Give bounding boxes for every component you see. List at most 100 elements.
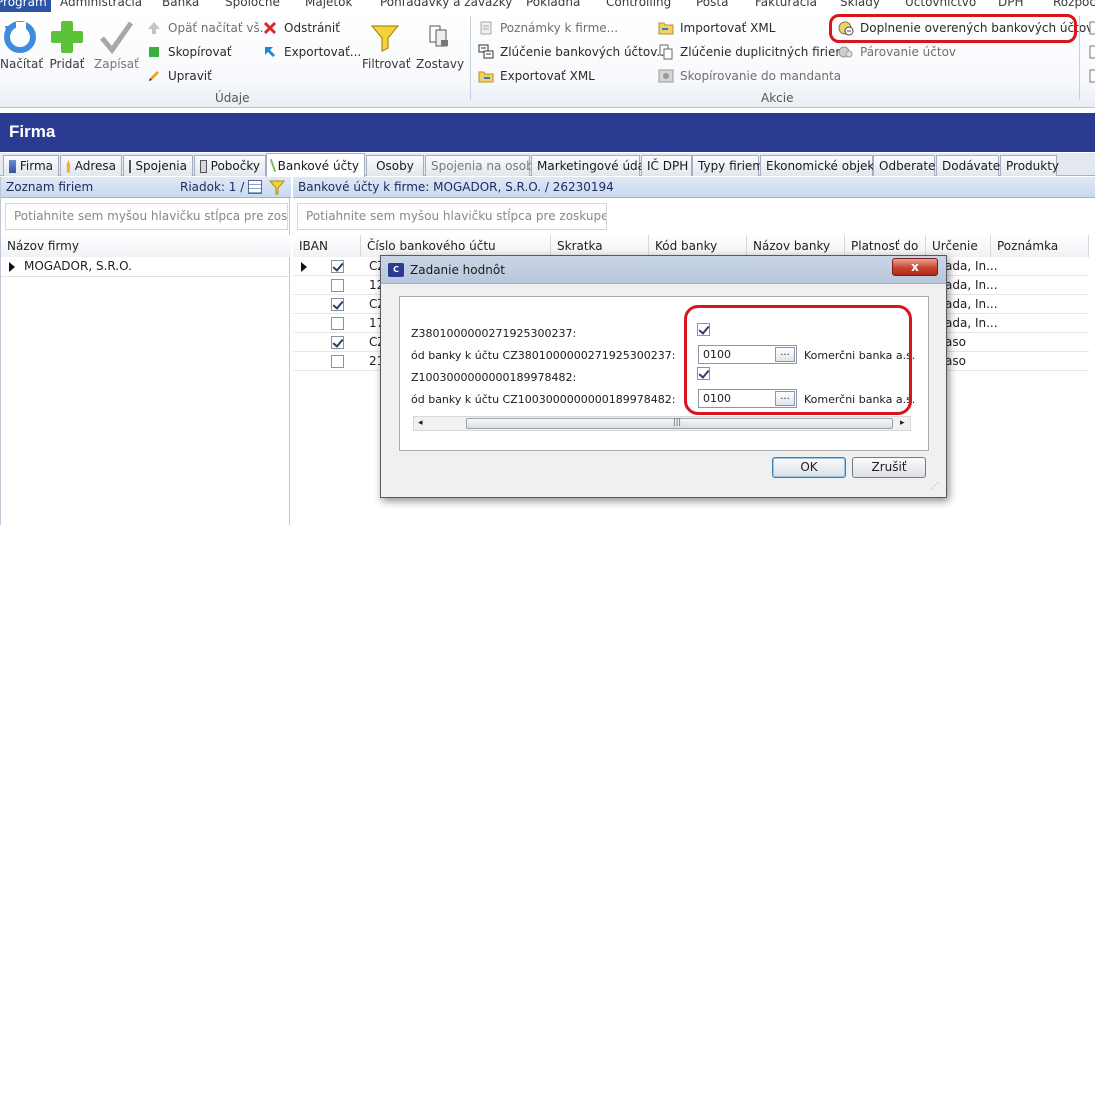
menu-sklady[interactable]: Sklady (840, 0, 880, 9)
house-icon (66, 159, 71, 173)
skopirovat-button[interactable]: Skopírovať (146, 42, 232, 62)
nacitat-button[interactable]: Načítať (0, 20, 43, 71)
tab-spojenia-na-osoby[interactable]: Spojenia na osoby (425, 155, 541, 176)
menu-pokladna[interactable]: Pokladňa (526, 0, 580, 9)
tab-bankove-ucty[interactable]: Bankové účty (266, 153, 365, 177)
scroll-left-icon[interactable]: ◂ (418, 418, 423, 428)
account-label: Z1003000000000189978482: (411, 371, 577, 384)
tab-odberatel[interactable]: Odberateľ (873, 155, 940, 176)
column-header-urcenie[interactable]: Určenie (926, 235, 991, 257)
tab-spojenia[interactable]: Spojenia (123, 155, 193, 176)
exportovat-xml-button[interactable]: Exportovať XML (478, 66, 595, 86)
menu-bar: Program Administrácia Banka Spoločné Maj… (0, 0, 1095, 12)
zlucenie-duplicitnych-button[interactable]: Zlúčenie duplicitných firiem (658, 42, 847, 62)
grid-layout-icon[interactable] (248, 180, 262, 194)
cancel-button[interactable]: Zrušiť (852, 457, 926, 478)
left-panel: Zoznam firiem Riadok: 1 / 1 Potiahnite s… (0, 177, 291, 525)
tab-typy-firiem[interactable]: Typy firiem (692, 155, 764, 176)
column-header-nazov-firmy[interactable]: Názov firmy (1, 235, 291, 257)
scroll-right-icon[interactable]: ▸ (900, 418, 905, 428)
iban-checkbox[interactable] (331, 317, 344, 330)
copy-mandant-icon (658, 68, 674, 84)
column-header-poznamka[interactable]: Poznámka (991, 235, 1089, 257)
pridat-button[interactable]: Pridať (48, 20, 86, 71)
company-name-cell: MOGADOR, S.R.O. (24, 259, 132, 273)
menu-rozpocet[interactable]: Rozpoč (1053, 0, 1095, 9)
poznamky-button[interactable]: Poznámky k firme... (478, 18, 618, 38)
tab-osoby[interactable]: Osoby (366, 155, 424, 176)
scrollbar-thumb[interactable]: ||| (466, 417, 893, 429)
importovat-xml-button[interactable]: Importovať XML (658, 18, 775, 38)
tab-adresa[interactable]: Adresa (60, 155, 122, 176)
iban-checkbox[interactable] (331, 260, 344, 273)
firma-icon (9, 159, 16, 173)
doc-icon (1086, 20, 1095, 36)
dialog-titlebar[interactable]: C Zadanie hodnôt x (381, 256, 946, 284)
tab-firma[interactable]: Firma (3, 155, 59, 176)
folder-export-icon (478, 68, 494, 84)
ok-button[interactable]: OK (772, 457, 846, 478)
group-by-bar[interactable]: Potiahnite sem myšou hlavičku stĺpca pre… (5, 203, 288, 230)
group-by-bar[interactable]: Potiahnite sem myšou hlavičku stĺpca pre… (297, 203, 607, 230)
menu-posta[interactable]: Pošta (696, 0, 728, 9)
delete-x-icon (262, 20, 278, 36)
up-arrow-icon (146, 20, 162, 36)
filtrovat-button[interactable]: Filtrovať (362, 20, 411, 71)
menu-spolocne[interactable]: Spoločné (225, 0, 280, 9)
zlucenie-uctov-button[interactable]: Zlúčenie bankových účtov... (478, 42, 668, 62)
dialog-title: Zadanie hodnôt (410, 263, 505, 277)
urcenie-cell: ada, In... (945, 259, 998, 273)
tab-ic-dph[interactable]: IČ DPH (641, 155, 692, 176)
upravit-button[interactable]: Upraviť (146, 66, 212, 86)
group-separator (470, 16, 471, 100)
menu-banka[interactable]: Banka (162, 0, 199, 9)
menu-dph[interactable]: DPH (998, 0, 1024, 9)
close-button[interactable]: x (892, 258, 938, 276)
table-row[interactable]: MOGADOR, S.R.O. (1, 257, 291, 277)
menu-controlling[interactable]: Controlling (606, 0, 671, 9)
iban-checkbox[interactable] (331, 298, 344, 311)
more-button[interactable] (1086, 42, 1095, 62)
iban-checkbox[interactable] (331, 355, 344, 368)
menu-uctovnictvo[interactable]: Účtovníctvo (905, 0, 976, 9)
menu-majetok[interactable]: Majetok (305, 0, 352, 9)
iban-checkbox[interactable] (331, 336, 344, 349)
odstranit-button[interactable]: Odstrániť (262, 18, 340, 38)
tab-ekonomicke-objekty[interactable]: Ekonomické objekty (760, 155, 886, 176)
tab-pobocky[interactable]: Pobočky (194, 155, 266, 176)
menu-program[interactable]: Program (0, 0, 51, 12)
group-label-udaje: Údaje (215, 91, 250, 105)
zapisat-button[interactable]: Zapísať (94, 20, 139, 71)
close-icon: x (911, 260, 919, 274)
horizontal-scrollbar[interactable]: ◂ ||| ▸ (413, 416, 911, 431)
column-header-kod-banky[interactable]: Kód banky (649, 235, 747, 257)
bank-code-label: ód banky k účtu CZ1003000000000189978482… (411, 393, 676, 406)
skopirovanie-mandanta-button[interactable]: Skopírovanie do mandanta (658, 66, 841, 86)
tab-dodavatel[interactable]: Dodávateľ (936, 155, 1005, 176)
grip-icon: ||| (673, 417, 682, 426)
funnel-icon (370, 25, 400, 52)
filter-icon[interactable] (269, 180, 285, 195)
opat-nacitat-button[interactable]: Opäť načítať vš. (146, 18, 264, 38)
doc-icon (1086, 68, 1095, 84)
tab-produkty[interactable]: Produkty (1000, 155, 1059, 176)
column-header-platnost-do[interactable]: Platnosť do (845, 235, 926, 257)
menu-pohladavky[interactable]: Pohľadávky a záväzky (380, 0, 512, 9)
column-header-iban[interactable]: IBAN (293, 235, 361, 257)
menu-fakturacia[interactable]: Fakturácia (755, 0, 817, 9)
merge-accounts-icon (478, 44, 494, 60)
parovanie-uctov-button[interactable]: Párovanie účtov (838, 42, 956, 62)
iban-checkbox[interactable] (331, 279, 344, 292)
tab-marketingove-udaje[interactable]: Marketingové údaje (531, 155, 656, 176)
more-button[interactable] (1086, 18, 1095, 38)
urcenie-cell: ada, In... (945, 316, 998, 330)
menu-administracia[interactable]: Administrácia (60, 0, 142, 9)
exportovat-button[interactable]: Exportovať... (262, 42, 361, 62)
zostavy-button[interactable]: Zostavy (416, 20, 464, 71)
resize-grip-icon[interactable]: ⋰ (931, 481, 939, 490)
row-counter: Riadok: 1 / 1 (180, 180, 256, 194)
column-header-cislo-uctu[interactable]: Číslo bankového účtu (361, 235, 551, 257)
column-header-skratka[interactable]: Skratka (551, 235, 649, 257)
column-header-nazov-banky[interactable]: Názov banky (747, 235, 845, 257)
more-button[interactable] (1086, 66, 1095, 86)
